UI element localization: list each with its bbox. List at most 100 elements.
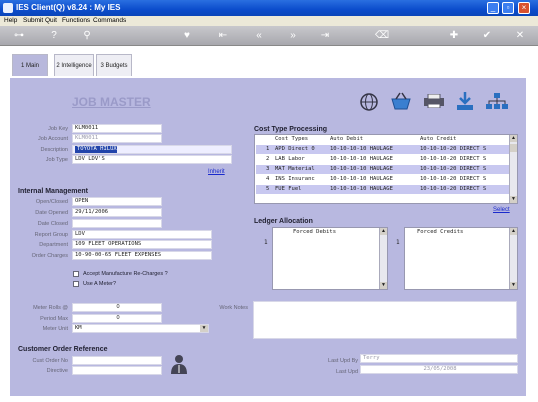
menu-commands[interactable]: Commands <box>93 17 126 24</box>
help-icon[interactable]: ? <box>47 29 61 43</box>
table-row[interactable]: 3 MAT Material 10-10-10-10 HAULAGE 10-10-10… <box>256 165 509 174</box>
ok-icon[interactable]: ✔ <box>480 29 494 43</box>
close-icon[interactable]: ✕ <box>513 29 527 43</box>
forced-debits-header: Forced Debits <box>293 229 337 235</box>
customer-order-heading: Customer Order Reference <box>18 346 108 353</box>
row-number: 4 <box>266 176 270 182</box>
scroll-up-icon[interactable]: ▲ <box>510 135 517 142</box>
close-window-button[interactable]: × <box>518 2 530 14</box>
menu-functions[interactable]: Functions <box>62 17 90 24</box>
forced-credits-scrollbar[interactable]: ▲ ▼ <box>509 228 517 289</box>
cost-type-scrollbar[interactable]: ▲ ▼ <box>509 135 517 203</box>
page-title: JOB MASTER <box>72 95 151 109</box>
scroll-down-icon[interactable]: ▼ <box>510 282 517 289</box>
maximize-button[interactable]: ▫ <box>502 2 514 14</box>
directive-field[interactable] <box>72 366 162 375</box>
meter-unit-value: KM <box>75 325 82 331</box>
forced-debits-list[interactable]: Forced Debits ▲ ▼ <box>272 227 388 290</box>
row-number: 1 <box>266 146 270 152</box>
search-icon[interactable]: ⚲ <box>80 29 94 43</box>
period-max-label: Period Max <box>40 316 68 322</box>
auto-credit-cell: 10-10-10-20 DIRECT S <box>420 146 487 152</box>
row-number: 3 <box>266 166 270 172</box>
scroll-down-icon[interactable]: ▼ <box>380 282 387 289</box>
ledger-allocation-heading: Ledger Allocation <box>254 218 313 225</box>
use-meter-checkbox[interactable] <box>73 281 79 287</box>
menu-bar: Help Submit Quit Functions Commands <box>0 16 538 26</box>
period-max-field[interactable]: 0 <box>72 314 162 323</box>
tab-main[interactable]: 1 Main <box>12 54 48 76</box>
main-panel: JOB MASTER Job Key KLM0011 Job Account K… <box>10 78 526 396</box>
date-opened-field[interactable]: 29/11/2006 <box>72 208 162 217</box>
scroll-down-icon[interactable]: ▼ <box>510 196 517 203</box>
description-label: Description <box>40 147 68 153</box>
tab-budgets[interactable]: 3 Budgets <box>96 54 132 76</box>
report-group-field[interactable]: LDV <box>72 230 212 239</box>
prev-icon[interactable]: « <box>252 29 266 43</box>
heart-icon[interactable]: ♥ <box>180 29 194 43</box>
work-notes-field[interactable] <box>253 301 517 339</box>
order-charges-field[interactable]: 10-90-00-65 FLEET EXPENSES <box>72 251 212 260</box>
download-icon[interactable] <box>456 91 474 111</box>
meter-rolls-label: Meter Rolls @ <box>33 305 68 311</box>
minimize-button[interactable]: _ <box>487 2 499 14</box>
meter-rolls-field[interactable]: 0 <box>72 303 162 312</box>
org-chart-icon[interactable] <box>486 93 508 109</box>
table-row[interactable]: 5 FUE Fuel 10-10-10-10 HAULAGE 10-10-10-20 … <box>256 185 509 194</box>
menu-quit[interactable]: Quit <box>45 17 57 24</box>
auto-credit-column-header: Auto Credit <box>420 136 457 142</box>
menu-help[interactable]: Help <box>4 17 17 24</box>
scroll-up-icon[interactable]: ▲ <box>510 228 517 235</box>
accept-recharges-checkbox[interactable] <box>73 271 79 277</box>
job-account-field[interactable]: KLM0011 <box>72 134 162 143</box>
description-field[interactable]: TOYOTA HILUX <box>72 145 232 154</box>
next-icon[interactable]: » <box>286 29 300 43</box>
forced-credits-list[interactable]: Forced Credits ▲ ▼ <box>404 227 518 290</box>
job-type-field[interactable]: LDV LDV'S <box>72 155 232 164</box>
first-icon[interactable]: ⇤ <box>216 29 230 43</box>
cost-type-table: Cost Types Auto Debit Auto Credit 1 APD D… <box>254 134 518 204</box>
scroll-up-icon[interactable]: ▲ <box>380 228 387 235</box>
basket-icon[interactable] <box>390 92 412 110</box>
work-notes-label: Work Notes <box>219 305 248 311</box>
table-row[interactable]: 4 INS Insuranc 10-10-10-10 HAULAGE 10-10-10… <box>256 175 509 184</box>
add-icon[interactable]: ✚ <box>447 29 461 43</box>
forced-credits-header: Forced Credits <box>417 229 464 235</box>
cost-type-heading: Cost Type Processing <box>254 126 328 133</box>
table-row[interactable]: 1 APD Direct 0 10-10-10-10 HAULAGE 10-10-10… <box>256 145 509 154</box>
delete-icon[interactable]: ⌫ <box>375 29 389 43</box>
forced-debits-scrollbar[interactable]: ▲ ▼ <box>379 228 387 289</box>
tab-intelligence[interactable]: 2 Intelligence <box>54 54 94 76</box>
globe-icon[interactable] <box>360 93 378 111</box>
open-closed-field[interactable]: OPEN <box>72 197 162 206</box>
person-icon[interactable] <box>170 354 188 374</box>
cost-type-cell: FUE Fuel <box>275 186 302 192</box>
app-icon <box>3 3 13 13</box>
chevron-down-icon[interactable]: ▼ <box>200 325 208 332</box>
department-label: Department <box>39 242 68 248</box>
accept-recharges-label: Accept Manufacture Re-Charges ? <box>83 271 168 277</box>
date-closed-field[interactable] <box>72 219 162 228</box>
auto-debit-cell: 10-10-10-10 HAULAGE <box>330 176 393 182</box>
job-account-label: Job Account <box>38 136 68 142</box>
inherit-link[interactable]: Inherit <box>208 169 225 175</box>
menu-submit[interactable]: Submit <box>23 17 43 24</box>
row-number: 2 <box>266 156 270 162</box>
use-meter-label: Use A Meter? <box>83 281 117 287</box>
job-key-field[interactable]: KLM0011 <box>72 124 162 133</box>
table-row[interactable]: 2 LAB Labor 10-10-10-10 HAULAGE 10-10-10-20… <box>256 155 509 164</box>
scroll-thumb[interactable] <box>510 144 517 152</box>
cust-order-field[interactable] <box>72 356 162 365</box>
meter-unit-select[interactable]: KM ▼ <box>72 324 209 333</box>
select-link[interactable]: Select <box>493 207 510 213</box>
toolbar: ⊶ ? ⚲ ♥ ⇤ « » ⇥ ⌫ ✚ ✔ ✕ <box>0 26 538 46</box>
cust-order-label: Cust Order No <box>32 358 68 364</box>
last-icon[interactable]: ⇥ <box>318 29 332 43</box>
auto-credit-cell: 10-10-10-20 DIRECT S <box>420 166 487 172</box>
department-field[interactable]: 109 FLEET OPERATIONS <box>72 240 212 249</box>
description-value: TOYOTA HILUX <box>75 146 117 153</box>
last-upd-label: Last Upd <box>335 369 358 375</box>
printer-icon[interactable] <box>423 94 445 108</box>
key-icon[interactable]: ⊶ <box>8 29 30 43</box>
tab-strip: 1 Main 2 Intelligence 3 Budgets <box>0 46 538 78</box>
